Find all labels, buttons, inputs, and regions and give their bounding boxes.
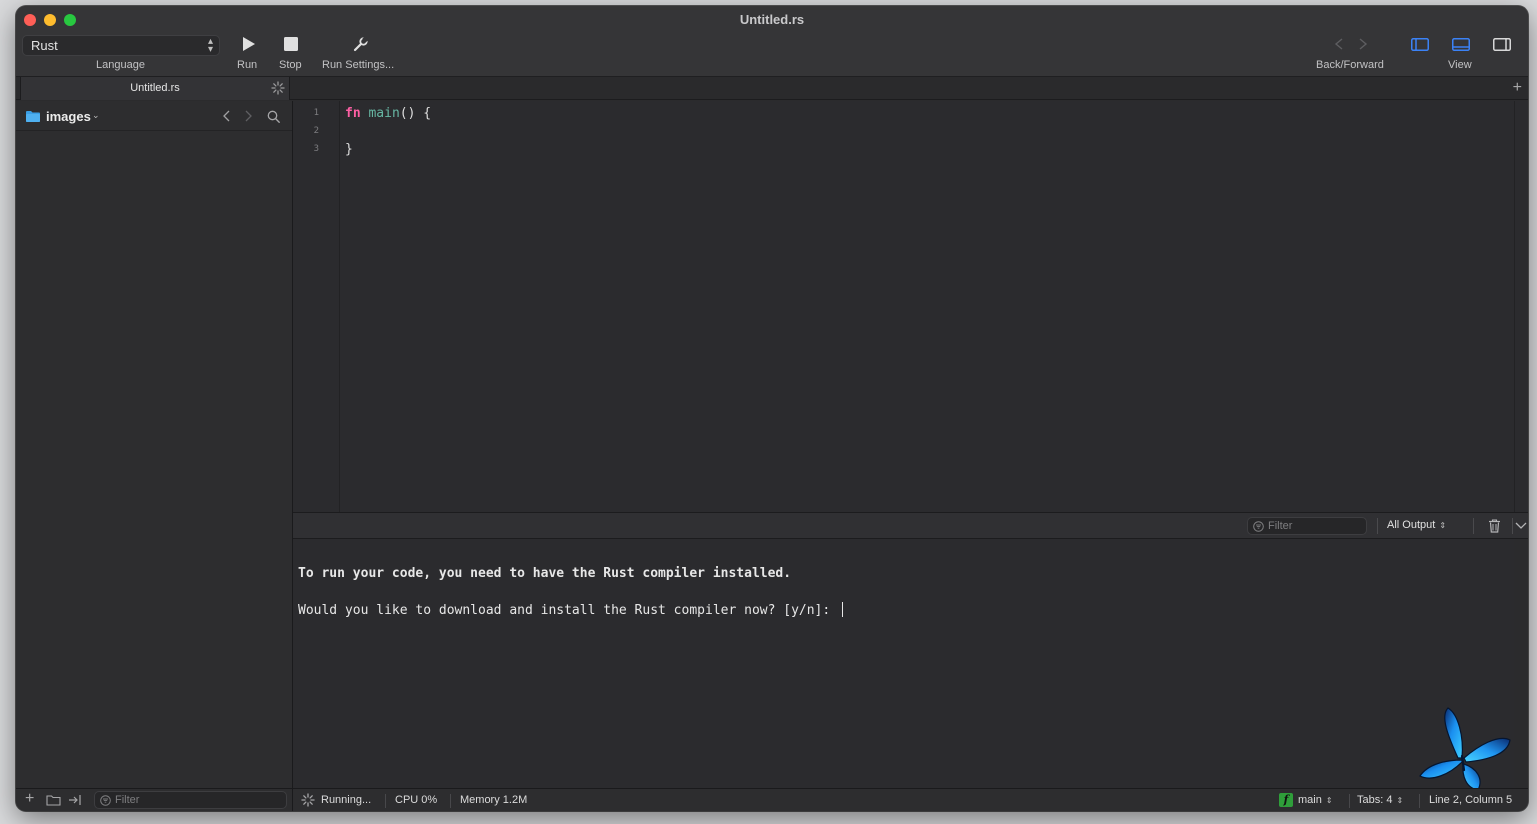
line-number-gutter: 1 2 3 xyxy=(293,101,340,512)
sidebar-back-icon[interactable] xyxy=(222,110,231,122)
back-forward-label: Back/Forward xyxy=(1316,59,1384,71)
updown-chevron-icon: ▴ ▾ xyxy=(207,36,213,55)
running-spinner-icon xyxy=(301,793,315,807)
toggle-sidebar-icon[interactable] xyxy=(1411,38,1429,51)
divider xyxy=(1512,518,1513,534)
run-button-label[interactable]: Run xyxy=(237,59,257,71)
language-select[interactable]: Rust ▴ ▾ xyxy=(22,35,220,56)
updown-chevron-icon: ⇕ xyxy=(1439,521,1447,530)
run-icon[interactable] xyxy=(242,36,256,52)
stop-icon[interactable] xyxy=(284,37,298,51)
divider xyxy=(1419,794,1420,808)
toggle-inspector-icon[interactable] xyxy=(1493,38,1511,51)
tab-bar: Untitled.rs + xyxy=(16,77,1528,100)
line-number: 2 xyxy=(313,126,319,136)
status-bar: Running... CPU 0% Memory 1.2M f main ⇕ Ta… xyxy=(293,788,1528,811)
divider xyxy=(1473,518,1474,534)
search-icon[interactable] xyxy=(267,110,280,123)
console-toolbar: Filter All Output ⇕ xyxy=(293,512,1528,539)
reveal-in-sidebar-icon[interactable] xyxy=(68,794,82,806)
filter-icon xyxy=(1253,521,1264,532)
editor-scrollbar[interactable] xyxy=(1514,101,1528,512)
updown-chevron-icon: ⇕ xyxy=(1325,796,1333,805)
code-line[interactable]: fn main() { xyxy=(345,106,431,121)
language-value: Rust xyxy=(31,38,58,53)
forward-chevron-icon[interactable] xyxy=(1358,38,1368,50)
divider xyxy=(450,794,451,808)
add-file-plus-icon[interactable]: + xyxy=(25,790,34,808)
sidebar-filter-field[interactable]: Filter xyxy=(94,791,287,809)
sidebar-footer: + Filter xyxy=(16,788,293,811)
divider xyxy=(1377,518,1378,534)
sidebar-filter-placeholder: Filter xyxy=(115,794,140,806)
trash-icon[interactable] xyxy=(1488,519,1501,533)
divider xyxy=(385,794,386,808)
collapse-console-chevron-icon[interactable] xyxy=(1515,522,1527,530)
console-line: To run your code, you need to have the R… xyxy=(298,566,792,581)
console-output[interactable]: To run your code, you need to have the R… xyxy=(293,539,1514,788)
toolbar: Untitled.rs Rust ▴ ▾ Language Run Stop Ru… xyxy=(16,6,1528,77)
symbol-name: main xyxy=(1298,794,1322,806)
keyword-token: fn xyxy=(345,106,361,121)
view-label: View xyxy=(1448,59,1472,71)
folder-name[interactable]: images xyxy=(46,109,91,124)
app-window: Untitled.rs Rust ▴ ▾ Language Run Stop Ru… xyxy=(16,6,1528,811)
tab-label: Untitled.rs xyxy=(130,82,180,94)
butterfly-icon xyxy=(1419,707,1511,791)
folder-icon xyxy=(26,111,40,122)
function-name-token: main xyxy=(368,106,400,121)
tab-width-value: Tabs: 4 xyxy=(1357,794,1393,806)
line-number: 1 xyxy=(313,108,319,118)
toggle-console-icon[interactable] xyxy=(1452,38,1470,51)
output-select-value: All Output xyxy=(1387,519,1436,531)
output-filter-select[interactable]: All Output ⇕ xyxy=(1387,519,1446,531)
console-prompt-line[interactable]: Would you like to download and install t… xyxy=(298,602,844,618)
loading-spinner-icon xyxy=(271,81,285,95)
console-filter-field[interactable]: Filter xyxy=(1247,517,1367,535)
stop-button-label[interactable]: Stop xyxy=(279,59,302,71)
folder-chevron-down-icon[interactable]: ⌄ xyxy=(92,110,100,121)
new-tab-plus-icon[interactable]: + xyxy=(1513,79,1522,97)
code-editor[interactable]: 1 2 3 fn main() { } xyxy=(293,101,1514,512)
cursor-position[interactable]: Line 2, Column 5 xyxy=(1429,794,1512,806)
file-browser-sidebar: images ⌄ xyxy=(16,101,293,789)
new-folder-icon[interactable] xyxy=(46,794,61,806)
console-prompt-text: Would you like to download and install t… xyxy=(298,603,839,618)
text-caret xyxy=(842,602,844,617)
memory-usage: Memory 1.2M xyxy=(460,794,528,806)
line-number: 3 xyxy=(313,144,319,154)
divider xyxy=(1349,794,1350,808)
window-title: Untitled.rs xyxy=(739,12,805,27)
language-label: Language xyxy=(96,59,145,71)
tab-untitled-rs[interactable]: Untitled.rs xyxy=(20,77,290,100)
function-icon: f xyxy=(1279,793,1293,807)
run-status: Running... xyxy=(321,794,372,806)
code-line[interactable]: } xyxy=(345,142,353,157)
code-token: () { xyxy=(399,106,432,121)
updown-chevron-icon: ⇕ xyxy=(1396,796,1404,805)
back-chevron-icon[interactable] xyxy=(1334,38,1344,50)
run-settings-button-label[interactable]: Run Settings... xyxy=(322,59,394,71)
symbol-selector[interactable]: main ⇕ xyxy=(1298,794,1333,806)
sidebar-header: images ⌄ xyxy=(16,101,292,131)
sidebar-forward-icon[interactable] xyxy=(244,110,253,122)
console-filter-placeholder: Filter xyxy=(1268,520,1293,532)
tab-width-selector[interactable]: Tabs: 4 ⇕ xyxy=(1357,794,1403,806)
wrench-icon[interactable] xyxy=(353,37,368,52)
cpu-usage: CPU 0% xyxy=(395,794,438,806)
filter-icon xyxy=(100,795,111,806)
